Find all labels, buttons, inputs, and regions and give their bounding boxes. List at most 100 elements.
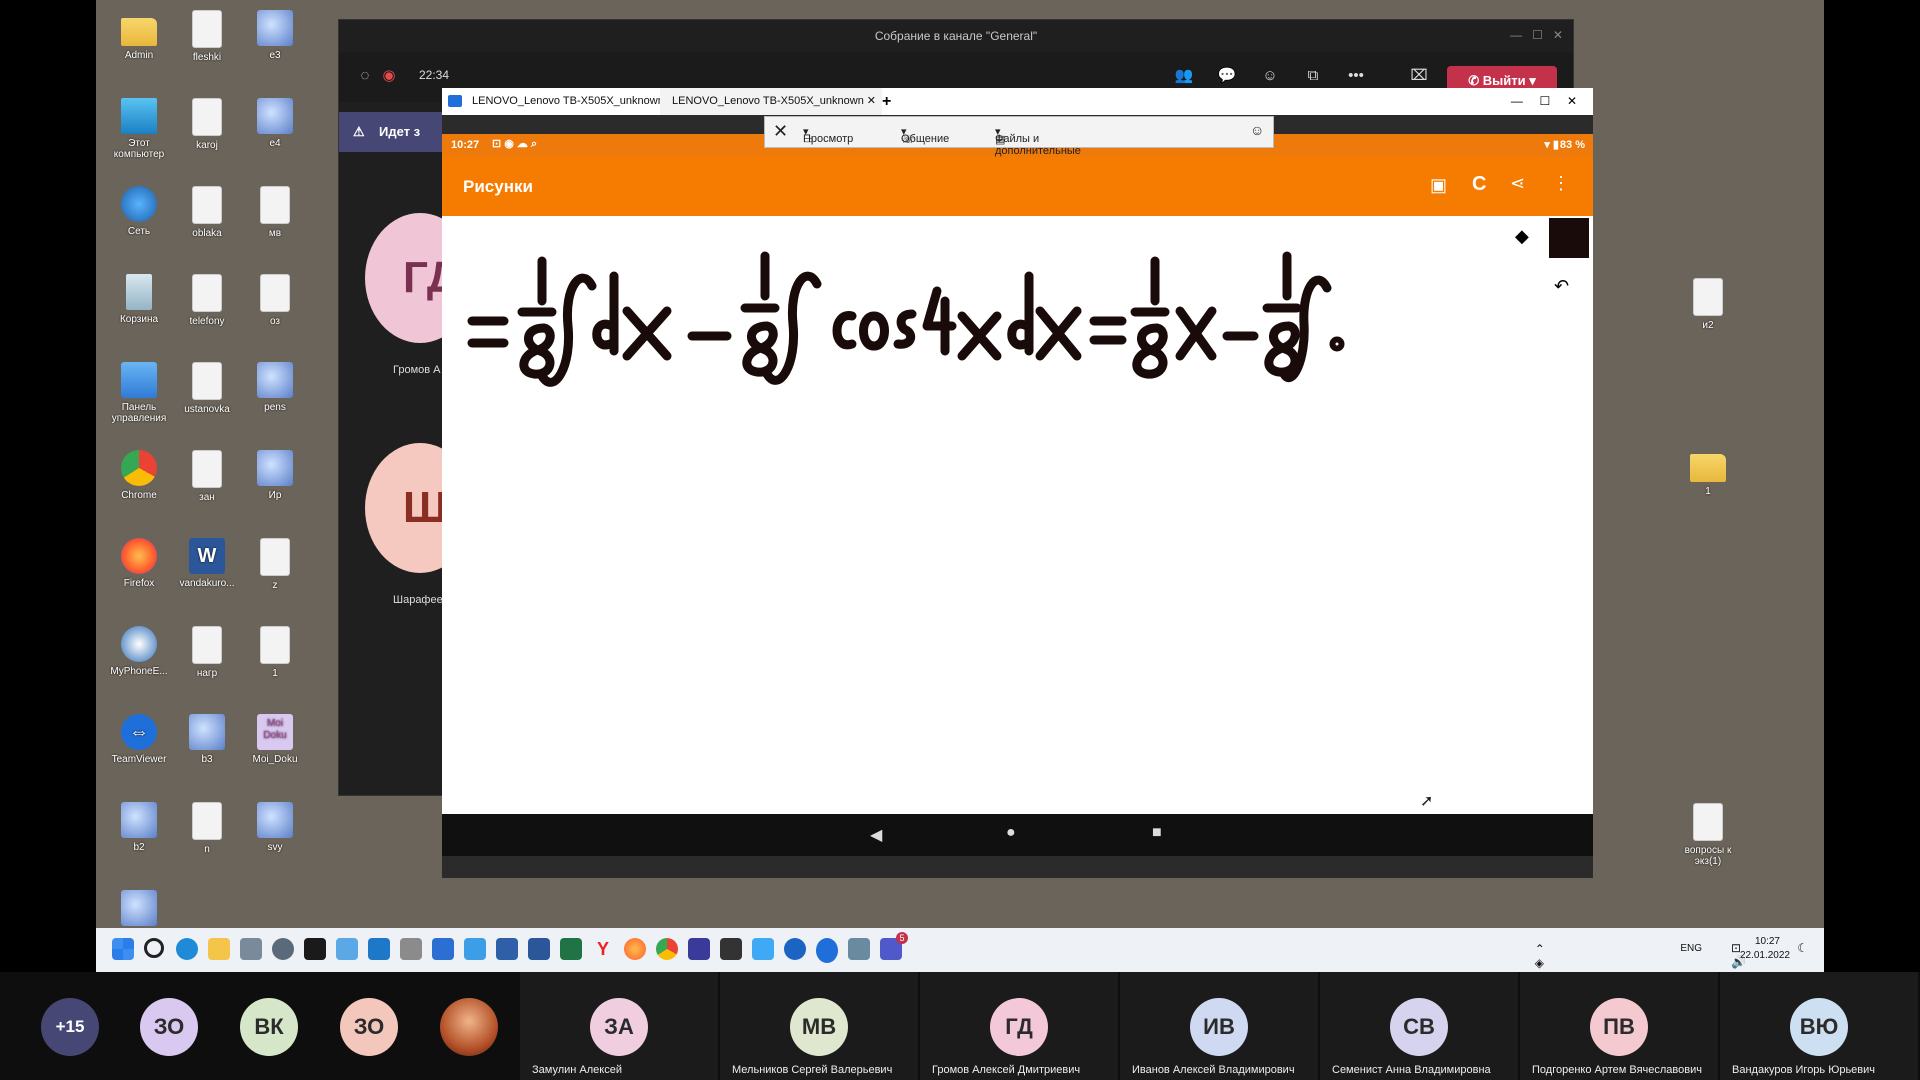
desktop-icon[interactable]: telefony (172, 274, 242, 327)
rooms-icon[interactable]: ⧉ (1303, 66, 1323, 86)
desktop-icon[interactable]: b3 (172, 714, 242, 765)
terminal-icon[interactable] (304, 938, 326, 960)
reactions-icon[interactable]: ☺ (1260, 66, 1280, 86)
desktop-icon[interactable]: ustanovka (172, 362, 242, 415)
clock-time[interactable]: 10:27 (1755, 936, 1780, 947)
app-icon[interactable] (464, 938, 486, 960)
desktop-icon[interactable]: MyPhoneE... (104, 626, 174, 677)
desktop-icon[interactable]: Firefox (104, 538, 174, 589)
desktop-icon[interactable]: ⇔ TeamViewer (104, 714, 174, 765)
window-controls[interactable]: — ☐ ✕ (1511, 88, 1577, 115)
firefox-icon[interactable] (624, 938, 646, 960)
desktop-icon[interactable]: Сеть (104, 186, 174, 237)
remote-desktop-icon[interactable] (368, 938, 390, 960)
participant-card[interactable]: ПВ Подгоренко Артем Вячеславович (1520, 972, 1718, 1080)
participant-card[interactable]: ИВ Иванов Алексей Владимирович (1120, 972, 1318, 1080)
calendar-icon[interactable] (688, 938, 710, 960)
participant-card[interactable]: ЗА Замулин Алексей (520, 972, 718, 1080)
desktop-icon[interactable]: b2 (104, 802, 174, 853)
app-icon[interactable] (848, 938, 870, 960)
desktop-icon[interactable]: мв (240, 186, 310, 239)
more-participants-button[interactable]: +15 (41, 998, 99, 1056)
back-icon[interactable]: ◀ (870, 825, 882, 845)
desktop-icon[interactable]: pens (240, 362, 310, 413)
participant-photo[interactable] (440, 998, 498, 1056)
participant-card[interactable]: ГД Громов Алексей Дмитриевич (920, 972, 1118, 1080)
people-icon[interactable]: 👥 (1174, 66, 1194, 86)
teams-icon[interactable]: 5 (880, 932, 908, 960)
desktop-icon[interactable]: Moi Doku Moi_Doku (240, 714, 310, 765)
app-icon[interactable] (784, 938, 806, 960)
language-indicator[interactable]: ENG (1680, 943, 1702, 954)
search-icon[interactable] (144, 938, 164, 958)
notepad-icon[interactable] (496, 938, 518, 960)
desktop-icon[interactable]: fleshki (172, 10, 242, 63)
excel-icon[interactable] (560, 938, 582, 960)
desktop-icon[interactable]: svy (240, 802, 310, 853)
calculator-icon[interactable] (240, 938, 262, 960)
chrome-icon[interactable] (656, 938, 678, 960)
app-icon[interactable] (400, 938, 422, 960)
drawing-canvas[interactable]: ◆ ↶ ➚ (442, 216, 1593, 814)
participant-avatar[interactable]: ЗО (140, 998, 198, 1056)
desktop-icon[interactable]: 1 (240, 626, 310, 679)
desktop-icon[interactable]: Wvandakuro... (172, 538, 242, 589)
desktop-icon[interactable]: e3 (240, 10, 310, 61)
clock-date[interactable]: 22.01.2022 (1740, 950, 1790, 961)
communication-menu[interactable]: ☏ Общение ▾ (901, 125, 949, 146)
notifications-icon[interactable]: ☾ (1797, 941, 1808, 955)
participant-avatar[interactable]: ВК (240, 998, 298, 1056)
home-icon[interactable]: ● (1006, 824, 1016, 842)
participant-avatar[interactable]: ЗО (340, 998, 398, 1056)
window-controls[interactable]: — ☐ ✕ (1510, 28, 1563, 42)
more-icon[interactable]: ••• (1346, 66, 1366, 86)
desktop-icon[interactable]: z (240, 538, 310, 591)
remote-tab-active[interactable]: LENOVO_Lenovo TB-X505X_unknown ✕ (660, 88, 882, 115)
desktop-icon[interactable]: e4 (240, 98, 310, 149)
edge-icon[interactable] (176, 938, 198, 960)
paint-icon[interactable] (752, 938, 774, 960)
desktop-icon[interactable]: Chrome (104, 450, 174, 501)
desktop-icon[interactable]: и2 (1673, 278, 1743, 331)
file-explorer-icon[interactable] (208, 938, 230, 960)
word-icon[interactable] (528, 938, 550, 960)
clear-icon[interactable]: C (1472, 173, 1486, 196)
tray-icons[interactable]: ⌃ ◈ ✱ ▯ 🎙 (1535, 942, 1550, 972)
app-icon[interactable] (432, 938, 454, 960)
desktop-icon[interactable]: n (172, 802, 242, 855)
start-icon[interactable] (112, 938, 134, 960)
close-session-icon[interactable]: ✕ (773, 121, 788, 142)
desktop-icon[interactable]: karoj (172, 98, 242, 151)
recents-icon[interactable]: ■ (1152, 824, 1162, 842)
desktop-icon[interactable]: вопросы к экз(1) (1673, 803, 1743, 867)
chat-icon[interactable]: 💬 (1217, 66, 1237, 86)
share-icon[interactable]: ⋖ (1510, 173, 1525, 194)
desktop-icon[interactable]: Ир (240, 450, 310, 501)
save-icon[interactable]: ▣ (1430, 175, 1447, 196)
camera-off-icon[interactable]: ⌧ (1409, 66, 1429, 86)
remote-tab[interactable]: LENOVO_Lenovo TB-X505X_unknown (442, 88, 690, 115)
participant-card[interactable]: МВ Мельников Сергей Валерьевич (720, 972, 918, 1080)
desktop-icon[interactable]: Этот компьютер (104, 98, 174, 160)
participant-card[interactable]: СВ Семенист Анна Владимировна (1320, 972, 1518, 1080)
desktop-icon[interactable]: оз (240, 274, 310, 327)
overflow-menu-icon[interactable]: ⋮ (1552, 173, 1570, 194)
desktop-icon[interactable]: зан (172, 450, 242, 503)
desktop-icon[interactable]: Панель управления (104, 362, 174, 424)
desktop-icon[interactable]: Корзина (104, 274, 174, 325)
participant-card[interactable]: ВЮ Вандакуров Игорь Юрьевич (1720, 972, 1918, 1080)
files-menu[interactable]: ▤ Файлы и дополнительные возможности ▾ (995, 125, 1081, 169)
desktop-icon[interactable]: oblaka (172, 186, 242, 239)
view-menu[interactable]: ▭ Просмотр ▾ (803, 125, 853, 146)
app-icon[interactable] (720, 938, 742, 960)
desktop-icon[interactable]: нагр (172, 626, 242, 679)
desktop-icon[interactable]: Admin (104, 10, 174, 61)
yandex-icon[interactable]: Y (592, 938, 614, 960)
settings-icon[interactable] (272, 938, 294, 960)
new-tab-button[interactable]: + (882, 88, 891, 115)
smiley-icon[interactable]: ☺ (1250, 122, 1264, 138)
desktop-icon[interactable]: 1 (1673, 446, 1743, 497)
close-tab-icon[interactable]: ✕ (867, 88, 876, 115)
teamviewer-icon[interactable] (816, 938, 838, 963)
app-icon[interactable] (336, 938, 358, 960)
